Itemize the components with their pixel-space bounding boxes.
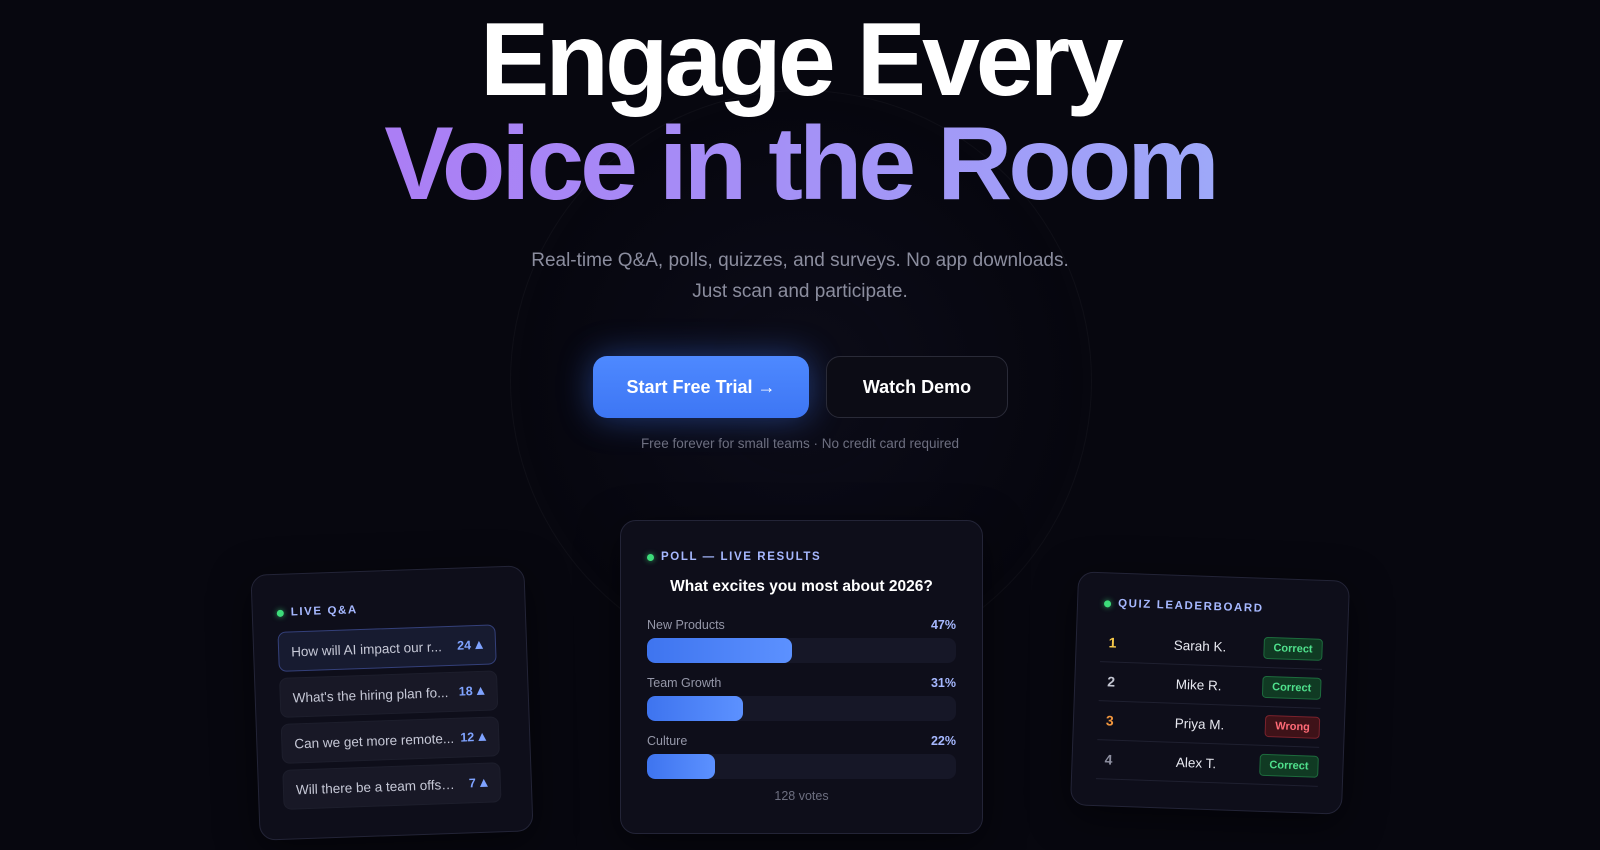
- qa-upvote[interactable]: 12: [460, 730, 487, 745]
- live-qa-card: LIVE Q&A How will AI impact our r... 24 …: [250, 565, 534, 841]
- poll-option-percent: 31%: [930, 676, 956, 690]
- hero-title-line2: Voice in the Room: [0, 112, 1600, 216]
- qa-item[interactable]: What's the hiring plan fo... 18: [279, 670, 499, 718]
- upvote-arrow-icon: [479, 778, 488, 787]
- leaderboard-rank: 1: [1108, 634, 1117, 651]
- qa-vote-count: 12: [460, 730, 475, 745]
- qa-item[interactable]: How will AI impact our r... 24: [277, 624, 497, 672]
- qa-upvote[interactable]: 18: [458, 684, 485, 699]
- poll-bar-fill: [647, 638, 793, 663]
- leaderboard-name: Sarah K.: [1173, 637, 1227, 655]
- poll-option-label: Team Growth: [647, 676, 722, 690]
- leaderboard-label-text: QUIZ LEADERBOARD: [1117, 597, 1264, 615]
- leaderboard-rank: 3: [1105, 712, 1115, 729]
- quiz-leaderboard-card: QUIZ LEADERBOARD 1 Sarah K. Correct 2 Mi…: [1069, 571, 1351, 815]
- live-dot-icon: [647, 553, 654, 561]
- leaderboard-row: 4 Alex T. Correct: [1095, 740, 1320, 787]
- qa-item-text: What's the hiring plan fo...: [292, 684, 449, 705]
- live-qa-label-text: LIVE Q&A: [290, 604, 359, 619]
- live-qa-label: LIVE Q&A: [276, 604, 359, 619]
- fine-print: Free forever for small teams · No credit…: [640, 436, 960, 451]
- qa-item[interactable]: Can we get more remote... 12: [280, 716, 500, 764]
- qa-upvote[interactable]: 7: [468, 776, 488, 791]
- hero-subtitle-line1: Real-time Q&A, polls, quizzes, and surve…: [531, 250, 1069, 271]
- poll-bar-track: [647, 638, 956, 663]
- status-badge: Wrong: [1264, 714, 1321, 739]
- poll-card: POLL — LIVE RESULTS What excites you mos…: [620, 520, 983, 834]
- hero-title-line1: Engage Every: [480, 2, 1124, 118]
- poll-option-percent: 47%: [930, 618, 956, 632]
- poll-bar-fill: [647, 754, 715, 779]
- qa-vote-count: 7: [468, 776, 477, 791]
- qa-vote-count: 24: [456, 638, 472, 653]
- poll-option-label: Culture: [647, 734, 688, 748]
- qa-item[interactable]: Will there be a team offsit... 7: [282, 762, 502, 810]
- live-dot-icon: [276, 609, 284, 617]
- watch-demo-button[interactable]: Watch Demo: [826, 356, 1008, 418]
- poll-option-label: New Products: [647, 618, 725, 632]
- leaderboard-name: Mike R.: [1175, 676, 1222, 693]
- leaderboard-rank: 2: [1107, 673, 1116, 690]
- qa-item-text: Will there be a team offsit...: [295, 776, 457, 797]
- qa-vote-count: 18: [458, 684, 473, 699]
- poll-label-text: POLL — LIVE RESULTS: [661, 551, 822, 563]
- poll-bar-track: [647, 754, 956, 779]
- leaderboard-list: 1 Sarah K. Correct 2 Mike R. Correct 3 P…: [1095, 623, 1324, 787]
- poll-total-votes: 128 votes: [774, 789, 829, 803]
- hero-title: Engage Every Voice in the Room: [0, 8, 1600, 216]
- live-dot-icon: [1103, 599, 1112, 607]
- poll-question: What excites you most about 2026?: [670, 578, 933, 595]
- hero-subtitle-line2: Just scan and participate.: [692, 281, 908, 302]
- poll-option[interactable]: Culture 22%: [647, 734, 956, 779]
- status-badge: Correct: [1263, 636, 1323, 661]
- hero-subtitle: Real-time Q&A, polls, quizzes, and surve…: [0, 245, 1600, 307]
- leaderboard-rank: 4: [1104, 751, 1113, 768]
- status-badge: Correct: [1261, 675, 1322, 700]
- poll-label: POLL — LIVE RESULTS: [647, 551, 821, 563]
- qa-item-text: How will AI impact our r...: [290, 638, 443, 659]
- poll-bar-fill: [647, 696, 743, 721]
- qa-upvote[interactable]: 24: [456, 638, 484, 653]
- start-free-trial-button[interactable]: Start Free Trial →: [593, 356, 809, 418]
- qa-item-text: Can we get more remote...: [294, 730, 455, 751]
- upvote-arrow-icon: [476, 686, 485, 696]
- upvote-arrow-icon: [474, 640, 484, 650]
- poll-bar-track: [647, 696, 956, 721]
- poll-option[interactable]: Team Growth 31%: [647, 676, 956, 721]
- poll-option[interactable]: New Products 47%: [647, 618, 956, 663]
- leaderboard-name: Priya M.: [1174, 715, 1225, 733]
- upvote-arrow-icon: [478, 732, 487, 742]
- leaderboard-name: Alex T.: [1175, 754, 1217, 771]
- leaderboard-label: QUIZ LEADERBOARD: [1103, 597, 1264, 615]
- poll-option-percent: 22%: [930, 734, 956, 748]
- status-badge: Correct: [1259, 753, 1319, 778]
- qa-list: How will AI impact our r... 24 What's th…: [277, 624, 502, 815]
